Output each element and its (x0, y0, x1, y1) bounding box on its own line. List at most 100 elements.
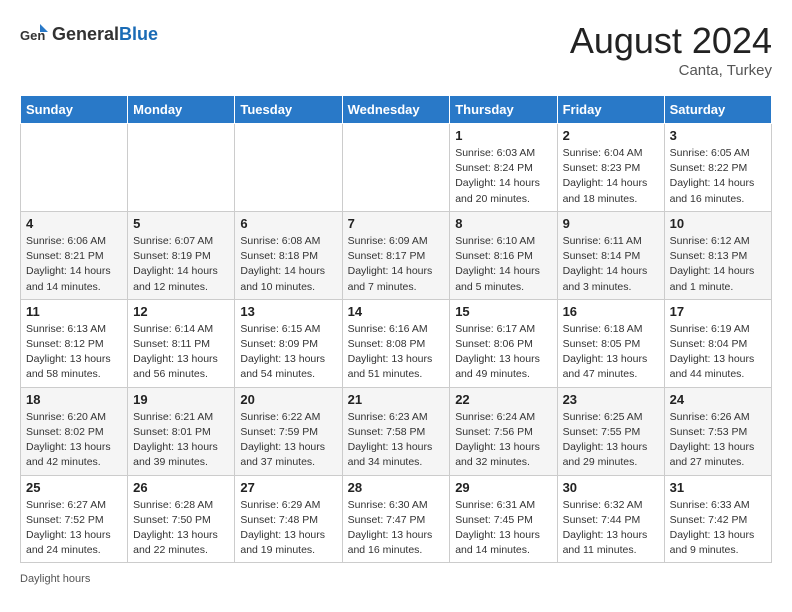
title-block: August 2024 Canta, Turkey (570, 20, 772, 79)
day-number: 1 (455, 128, 551, 143)
col-header-sunday: Sunday (21, 96, 128, 124)
day-number: 13 (240, 304, 336, 319)
calendar-cell: 26 Sunrise: 6:28 AMSunset: 7:50 PMDayligh… (128, 475, 235, 563)
calendar-cell (342, 124, 450, 212)
day-number: 17 (670, 304, 766, 319)
footer: Daylight hours (20, 573, 772, 585)
logo-blue-text: Blue (119, 24, 158, 44)
day-number: 20 (240, 392, 336, 407)
day-number: 12 (133, 304, 229, 319)
calendar-cell (128, 124, 235, 212)
day-number: 21 (348, 392, 445, 407)
calendar-cell: 1 Sunrise: 6:03 AMSunset: 8:24 PMDaylight… (450, 124, 557, 212)
calendar-cell: 4Sunrise: 6:06 AMSunset: 8:21 PMDaylight… (21, 211, 128, 299)
col-header-monday: Monday (128, 96, 235, 124)
day-info: Sunrise: 6:16 AMSunset: 8:08 PMDaylight:… (348, 322, 445, 383)
day-info: Sunrise: 6:19 AMSunset: 8:04 PMDaylight:… (670, 322, 766, 383)
calendar-cell: 8 Sunrise: 6:10 AMSunset: 8:16 PMDaylight… (450, 211, 557, 299)
day-info: Sunrise: 6:21 AMSunset: 8:01 PMDaylight:… (133, 410, 229, 471)
day-number: 15 (455, 304, 551, 319)
calendar-cell: 23 Sunrise: 6:25 AMSunset: 7:55 PMDayligh… (557, 387, 664, 475)
day-number: 6 (240, 216, 336, 231)
day-info: Sunrise: 6:22 AMSunset: 7:59 PMDaylight:… (240, 410, 336, 471)
calendar-cell: 7Sunrise: 6:09 AMSunset: 8:17 PMDaylight… (342, 211, 450, 299)
calendar-cell: 30Sunrise: 6:32 AMSunset: 7:44 PMDayligh… (557, 475, 664, 563)
day-info: Sunrise: 6:28 AMSunset: 7:50 PMDaylight:… (133, 498, 229, 559)
logo-icon: Gen (20, 20, 48, 48)
day-number: 4 (26, 216, 122, 231)
day-info: Sunrise: 6:33 AMSunset: 7:42 PMDaylight:… (670, 498, 766, 559)
calendar-cell: 16 Sunrise: 6:18 AMSunset: 8:05 PMDayligh… (557, 299, 664, 387)
day-info: Sunrise: 6:12 AMSunset: 8:13 PMDaylight:… (670, 234, 766, 295)
day-number: 14 (348, 304, 445, 319)
calendar-cell: 6 Sunrise: 6:08 AMSunset: 8:18 PMDaylight… (235, 211, 342, 299)
day-number: 3 (670, 128, 766, 143)
day-number: 27 (240, 480, 336, 495)
calendar-cell: 2 Sunrise: 6:04 AMSunset: 8:23 PMDaylight… (557, 124, 664, 212)
day-info: Sunrise: 6:04 AMSunset: 8:23 PMDaylight:… (563, 146, 659, 207)
day-number: 7 (348, 216, 445, 231)
calendar-week-row: 25 Sunrise: 6:27 AMSunset: 7:52 PMDayligh… (21, 475, 772, 563)
day-info: Sunrise: 6:32 AMSunset: 7:44 PMDaylight:… (563, 498, 659, 559)
logo-general-text: General (52, 24, 119, 44)
calendar-cell: 10 Sunrise: 6:12 AMSunset: 8:13 PMDayligh… (664, 211, 771, 299)
calendar-cell (21, 124, 128, 212)
calendar-cell: 19 Sunrise: 6:21 AMSunset: 8:01 PMDayligh… (128, 387, 235, 475)
day-number: 18 (26, 392, 122, 407)
calendar-cell: 29 Sunrise: 6:31 AMSunset: 7:45 PMDayligh… (450, 475, 557, 563)
day-info: Sunrise: 6:29 AMSunset: 7:48 PMDaylight:… (240, 498, 336, 559)
day-number: 23 (563, 392, 659, 407)
calendar-week-row: 18 Sunrise: 6:20 AMSunset: 8:02 PMDayligh… (21, 387, 772, 475)
day-info: Sunrise: 6:24 AMSunset: 7:56 PMDaylight:… (455, 410, 551, 471)
day-info: Sunrise: 6:08 AMSunset: 8:18 PMDaylight:… (240, 234, 336, 295)
day-number: 8 (455, 216, 551, 231)
day-info: Sunrise: 6:23 AMSunset: 7:58 PMDaylight:… (348, 410, 445, 471)
day-info: Sunrise: 6:10 AMSunset: 8:16 PMDaylight:… (455, 234, 551, 295)
col-header-wednesday: Wednesday (342, 96, 450, 124)
day-info: Sunrise: 6:03 AMSunset: 8:24 PMDaylight:… (455, 146, 551, 207)
day-info: Sunrise: 6:17 AMSunset: 8:06 PMDaylight:… (455, 322, 551, 383)
calendar-cell: 12Sunrise: 6:14 AMSunset: 8:11 PMDayligh… (128, 299, 235, 387)
day-info: Sunrise: 6:25 AMSunset: 7:55 PMDaylight:… (563, 410, 659, 471)
day-number: 11 (26, 304, 122, 319)
daylight-label: Daylight hours (20, 573, 90, 585)
calendar-cell: 31Sunrise: 6:33 AMSunset: 7:42 PMDayligh… (664, 475, 771, 563)
location-subtitle: Canta, Turkey (570, 62, 772, 79)
calendar-header-row: SundayMondayTuesdayWednesdayThursdayFrid… (21, 96, 772, 124)
calendar-cell: 21 Sunrise: 6:23 AMSunset: 7:58 PMDayligh… (342, 387, 450, 475)
day-number: 24 (670, 392, 766, 407)
day-info: Sunrise: 6:31 AMSunset: 7:45 PMDaylight:… (455, 498, 551, 559)
day-info: Sunrise: 6:11 AMSunset: 8:14 PMDaylight:… (563, 234, 659, 295)
calendar-cell: 11 Sunrise: 6:13 AMSunset: 8:12 PMDayligh… (21, 299, 128, 387)
day-number: 25 (26, 480, 122, 495)
day-info: Sunrise: 6:15 AMSunset: 8:09 PMDaylight:… (240, 322, 336, 383)
calendar-table: SundayMondayTuesdayWednesdayThursdayFrid… (20, 95, 772, 563)
page-header: Gen GeneralBlue August 2024 Canta, Turke… (20, 20, 772, 79)
calendar-cell: 20 Sunrise: 6:22 AMSunset: 7:59 PMDayligh… (235, 387, 342, 475)
day-number: 16 (563, 304, 659, 319)
calendar-cell: 25 Sunrise: 6:27 AMSunset: 7:52 PMDayligh… (21, 475, 128, 563)
day-info: Sunrise: 6:05 AMSunset: 8:22 PMDaylight:… (670, 146, 766, 207)
day-info: Sunrise: 6:18 AMSunset: 8:05 PMDaylight:… (563, 322, 659, 383)
calendar-cell: 5Sunrise: 6:07 AMSunset: 8:19 PMDaylight… (128, 211, 235, 299)
calendar-cell: 22Sunrise: 6:24 AMSunset: 7:56 PMDayligh… (450, 387, 557, 475)
day-number: 26 (133, 480, 229, 495)
calendar-cell (235, 124, 342, 212)
day-info: Sunrise: 6:27 AMSunset: 7:52 PMDaylight:… (26, 498, 122, 559)
day-number: 29 (455, 480, 551, 495)
calendar-cell: 14 Sunrise: 6:16 AMSunset: 8:08 PMDayligh… (342, 299, 450, 387)
calendar-week-row: 11 Sunrise: 6:13 AMSunset: 8:12 PMDayligh… (21, 299, 772, 387)
col-header-friday: Friday (557, 96, 664, 124)
day-info: Sunrise: 6:20 AMSunset: 8:02 PMDaylight:… (26, 410, 122, 471)
col-header-tuesday: Tuesday (235, 96, 342, 124)
day-number: 19 (133, 392, 229, 407)
calendar-cell: 13 Sunrise: 6:15 AMSunset: 8:09 PMDayligh… (235, 299, 342, 387)
col-header-saturday: Saturday (664, 96, 771, 124)
calendar-cell: 27 Sunrise: 6:29 AMSunset: 7:48 PMDayligh… (235, 475, 342, 563)
day-number: 2 (563, 128, 659, 143)
logo: Gen GeneralBlue (20, 20, 158, 48)
day-info: Sunrise: 6:30 AMSunset: 7:47 PMDaylight:… (348, 498, 445, 559)
day-number: 10 (670, 216, 766, 231)
day-number: 5 (133, 216, 229, 231)
day-info: Sunrise: 6:13 AMSunset: 8:12 PMDaylight:… (26, 322, 122, 383)
